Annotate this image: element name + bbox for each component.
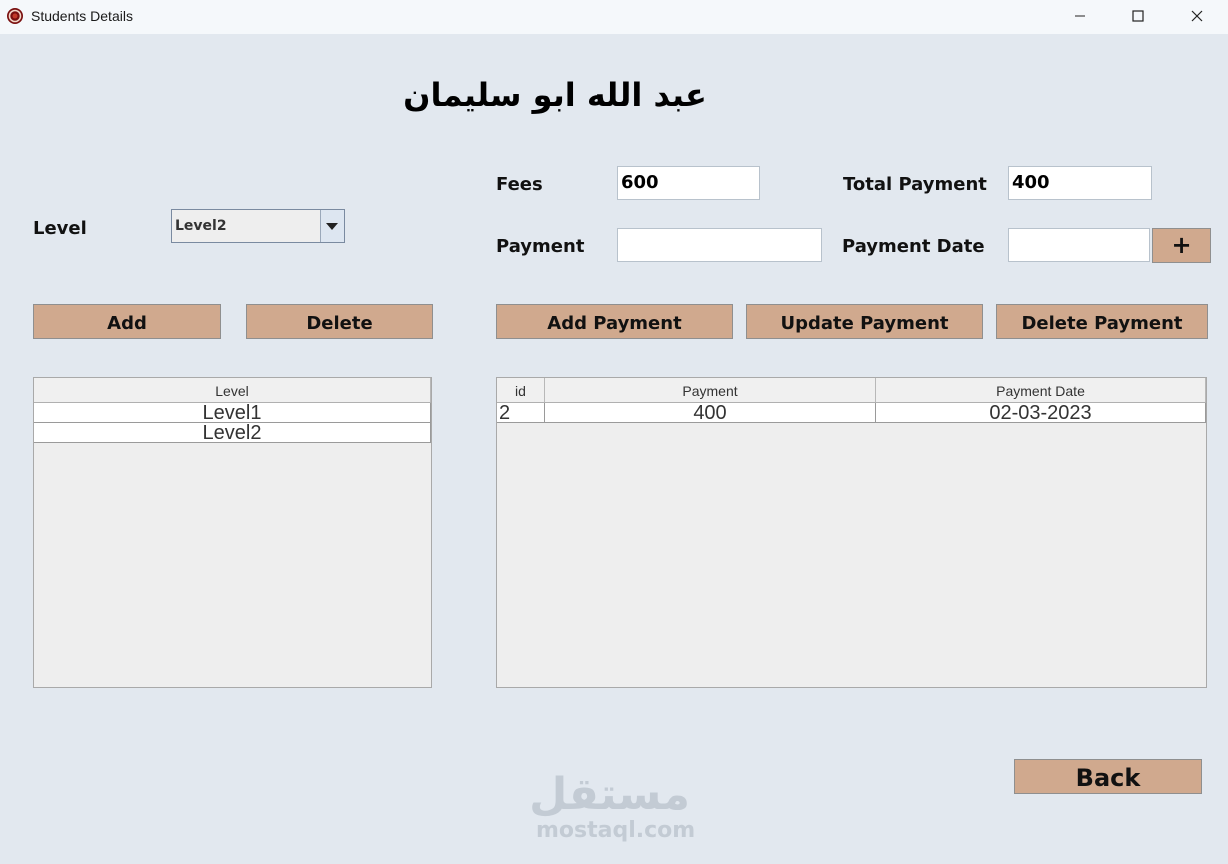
delete-payment-button[interactable]: Delete Payment [996,304,1208,339]
close-icon [1191,10,1203,22]
dropdown-arrow-button[interactable] [320,210,344,242]
close-button[interactable] [1168,0,1226,32]
watermark-latin-text: mostaql.com [536,818,696,843]
update-payment-button[interactable]: Update Payment [746,304,983,339]
fees-field[interactable]: 600 [617,166,760,200]
table-cell-payment[interactable]: 400 [545,403,876,423]
table-cell-level[interactable]: Level1 [34,403,431,423]
column-header-payment[interactable]: Payment [545,378,876,402]
payment-date-field[interactable] [1008,228,1150,262]
mostaql-watermark: مستقل mostaql.com [529,769,696,843]
students-details-window: Students Details عبد الله ابو سليمان Lev… [0,0,1228,864]
payments-table[interactable]: id Payment Payment Date 2 400 02-03-2023 [496,377,1207,688]
minimize-button[interactable] [1051,0,1109,32]
level-select-value: Level2 [175,218,227,234]
add-payment-button[interactable]: Add Payment [496,304,733,339]
maximize-icon [1132,10,1144,22]
payment-field[interactable] [617,228,822,262]
minimize-icon [1075,15,1085,17]
maximize-button[interactable] [1109,0,1167,32]
column-header-level[interactable]: Level [34,378,431,402]
payments-table-header: id Payment Payment Date [497,378,1206,403]
chevron-down-icon [326,223,338,230]
title-bar: Students Details [0,0,1228,34]
date-picker-button[interactable]: + [1152,228,1211,263]
add-level-button[interactable]: Add [33,304,221,339]
level-select[interactable]: Level2 [171,209,345,243]
levels-table-header: Level [34,378,431,403]
table-cell-id[interactable]: 2 [497,403,545,423]
watermark-arabic-text: مستقل [529,769,690,820]
student-name-heading: عبد الله ابو سليمان [403,76,707,114]
table-cell-level[interactable]: Level2 [34,423,431,443]
java-app-icon [7,8,23,24]
table-cell-payment-date[interactable]: 02-03-2023 [876,403,1206,423]
delete-level-button[interactable]: Delete [246,304,433,339]
column-header-id[interactable]: id [497,378,545,402]
back-button[interactable]: Back [1014,759,1202,794]
payment-date-label: Payment Date [842,236,985,257]
table-row[interactable]: 2 400 02-03-2023 [497,403,1206,423]
payment-label: Payment [496,236,585,257]
fees-label: Fees [496,174,543,195]
total-payment-field[interactable]: 400 [1008,166,1152,200]
table-row[interactable]: Level1 [34,403,431,423]
levels-table[interactable]: Level Level1 Level2 [33,377,432,688]
total-payment-label: Total Payment [843,174,987,195]
column-header-payment-date[interactable]: Payment Date [876,378,1206,402]
level-label: Level [33,218,87,239]
window-title: Students Details [31,8,133,24]
table-row[interactable]: Level2 [34,423,431,443]
